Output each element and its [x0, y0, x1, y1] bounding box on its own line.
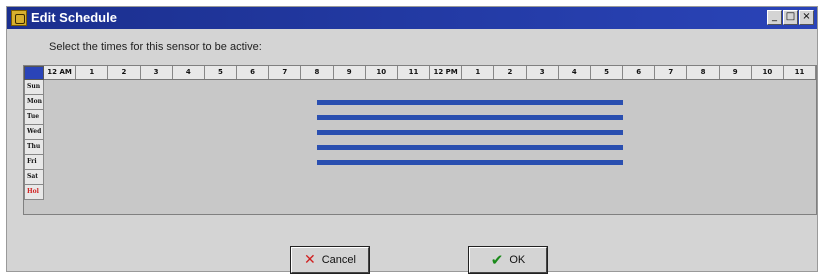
- check-icon: ✔: [490, 251, 504, 269]
- window-title: Edit Schedule: [31, 10, 117, 25]
- active-time-bar[interactable]: [317, 115, 623, 120]
- active-time-bar[interactable]: [317, 145, 623, 150]
- app-icon: [11, 10, 27, 26]
- x-icon: ✕: [304, 252, 316, 268]
- ok-label: OK: [509, 254, 526, 266]
- active-time-bar[interactable]: [317, 100, 623, 105]
- active-time-bar[interactable]: [317, 160, 623, 165]
- schedule-grid[interactable]: 12 AM 1 2 3 4 5 6 7 8 9 10 11 12 PM 1 2 3 4 5 6 7 8 9 10 11 Sun…: [23, 65, 817, 215]
- ok-button[interactable]: ✔ OK: [468, 246, 548, 274]
- maximize-button[interactable]: □: [783, 10, 798, 25]
- cancel-button[interactable]: ✕ Cancel: [290, 246, 370, 274]
- instruction-text: Select the times for this sensor to be a…: [49, 41, 262, 53]
- active-time-bars: [24, 66, 816, 214]
- minimize-button[interactable]: _: [767, 10, 782, 25]
- active-time-bar[interactable]: [317, 130, 623, 135]
- edit-schedule-window: Edit Schedule _ □ × Select the times for…: [6, 6, 818, 274]
- close-button[interactable]: ×: [799, 10, 814, 25]
- cancel-label: Cancel: [321, 254, 356, 266]
- title-bar[interactable]: Edit Schedule _ □ ×: [7, 7, 817, 29]
